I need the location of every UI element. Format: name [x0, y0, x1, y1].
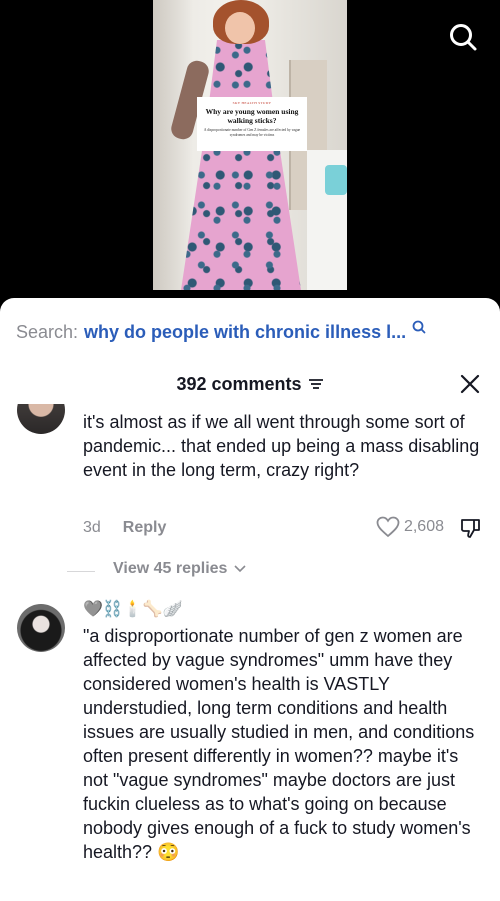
username-emojis: 🩶⛓️🕯️🦴🪽	[83, 601, 183, 618]
video-player[interactable]: SKY HEALTH STUDY Why are young women usi…	[0, 0, 500, 300]
background-pillow	[325, 165, 347, 195]
close-button[interactable]	[458, 372, 482, 396]
wall-shadow	[153, 0, 193, 290]
search-query-link[interactable]: why do people with chronic illness l...	[84, 322, 406, 343]
comments-header: 392 comments	[0, 366, 500, 402]
headline-body: A disproportionate number of Gen Z femal…	[203, 128, 301, 137]
sort-icon[interactable]	[308, 377, 324, 391]
headline-card: SKY HEALTH STUDY Why are young women usi…	[197, 97, 307, 151]
replies-divider	[67, 571, 95, 572]
like-button[interactable]: 2,608	[376, 516, 444, 538]
search-icon	[450, 24, 477, 51]
dislike-button[interactable]	[459, 516, 483, 540]
comment-text: "a disproportionate number of gen z wome…	[83, 626, 480, 862]
person-face	[225, 12, 255, 44]
comment-text: it's almost as if we all went through so…	[83, 412, 485, 480]
search-suggestion[interactable]: Search: why do people with chronic illne…	[0, 298, 500, 366]
like-count: 2,608	[403, 518, 444, 535]
comments-count: 392 comments	[176, 373, 302, 394]
video-frame: SKY HEALTH STUDY Why are young women usi…	[153, 0, 347, 290]
comment-list[interactable]: it's almost as if we all went through so…	[0, 404, 500, 901]
avatar[interactable]	[17, 404, 65, 434]
search-icon	[412, 320, 426, 334]
avatar[interactable]	[17, 604, 65, 652]
close-icon	[460, 374, 480, 394]
search-prefix: Search:	[16, 321, 79, 342]
headline-kicker: SKY HEALTH STUDY	[232, 101, 272, 105]
heart-icon	[376, 516, 400, 538]
search-button[interactable]	[446, 20, 480, 54]
chevron-down-icon	[234, 565, 247, 573]
comments-sheet: Search: why do people with chronic illne…	[0, 298, 500, 901]
comment-username[interactable]: 🩶⛓️🕯️🦴🪽	[83, 598, 183, 620]
thumbs-down-icon	[461, 519, 480, 538]
view-replies-button[interactable]: View 45 replies	[67, 560, 247, 578]
view-replies-label: View 45 replies	[113, 560, 228, 577]
headline-title: Why are young women using walking sticks…	[205, 107, 299, 125]
comment-time: 3d	[83, 519, 101, 536]
reply-button[interactable]: Reply	[123, 519, 167, 537]
